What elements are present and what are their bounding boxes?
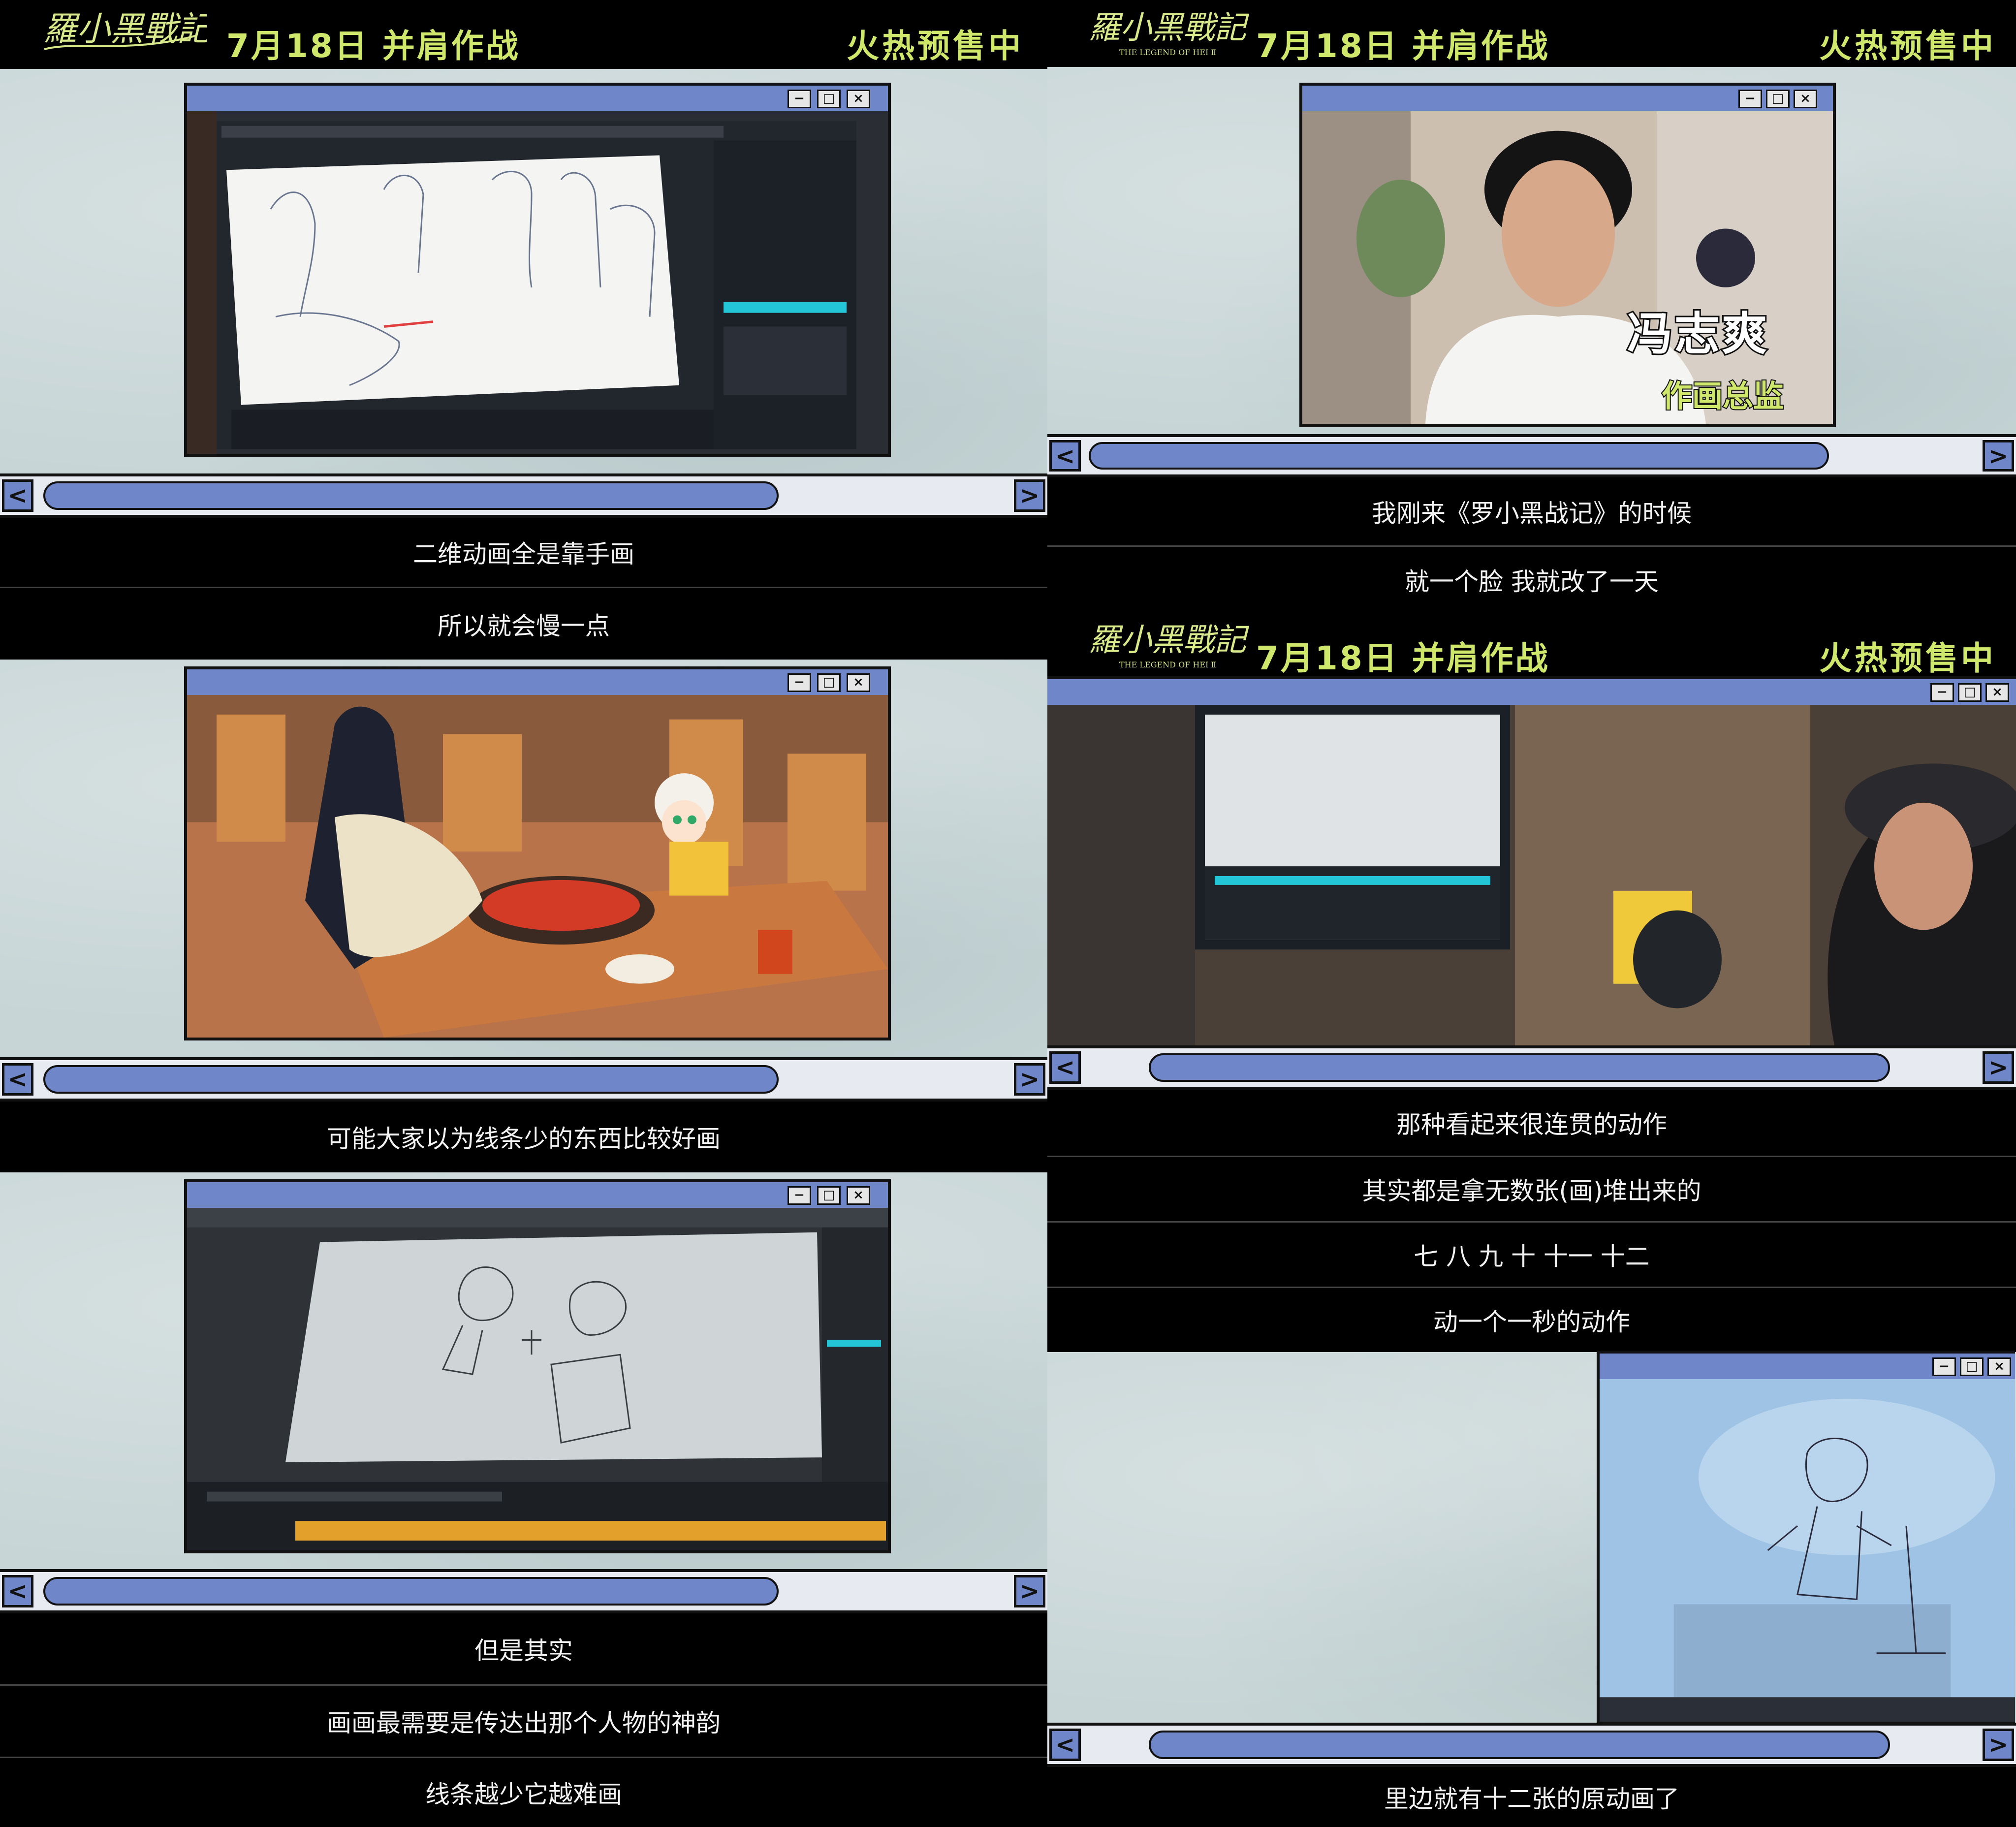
logo-subtitle: THE LEGEND OF HEI Ⅱ (1119, 660, 1216, 669)
close-button[interactable]: × (1987, 1357, 2011, 1376)
video-window: − □ × 冯志爽 作画总监 (1299, 83, 1836, 427)
scroll-left-button[interactable]: < (1049, 440, 1081, 472)
close-button[interactable]: × (847, 673, 870, 692)
video-frame-animation-software (187, 111, 888, 454)
horizontal-scrollbar[interactable]: < > (1047, 434, 2016, 477)
minimize-button[interactable]: − (788, 90, 811, 108)
video-window: − □ × (184, 1179, 891, 1553)
minimize-button[interactable]: − (788, 673, 811, 692)
subtitle-line: 画画最需要是传达出那个人物的神韵 (0, 1686, 1047, 1757)
minimize-button[interactable]: − (1932, 1357, 1956, 1376)
horizontal-scrollbar[interactable]: < > (1047, 1045, 2016, 1090)
subtitle-line: 里边就有十二张的原动画了 (1047, 1767, 2016, 1827)
presale-label: 火热预售中 (1819, 639, 1996, 677)
video-window: − □ × (184, 666, 891, 1040)
subtitle-line: 可能大家以为线条少的东西比较好画 (0, 1102, 1047, 1172)
release-date: 7月18日 并肩作战 (1256, 639, 1550, 677)
scroll-right-button[interactable]: > (1983, 440, 2014, 472)
close-button[interactable]: × (847, 90, 870, 108)
maximize-button[interactable]: □ (1960, 1357, 1984, 1376)
presale-label: 火热预售中 (1819, 27, 1996, 65)
subtitle-line: 二维动画全是靠手画 (0, 518, 1047, 587)
film-logo: 羅小黑戰記 (39, 6, 214, 60)
maximize-button[interactable]: □ (1766, 90, 1790, 108)
promo-header: 羅小黑戰記 7月18日 并肩作战 火热预售中 (0, 0, 1047, 69)
minimize-button[interactable]: − (1738, 90, 1762, 108)
video-frame-character-sketch (1600, 1379, 2015, 1722)
film-logo: 羅小黑戰記 THE LEGEND OF HEI Ⅱ (1085, 6, 1252, 60)
horizontal-scrollbar[interactable]: < > (0, 1057, 1047, 1102)
video-window: − □ × (184, 83, 891, 457)
scroll-thumb[interactable] (43, 481, 779, 510)
minimize-button[interactable]: − (788, 1186, 811, 1205)
logo-text: 羅小黑戰記 (43, 10, 207, 49)
maximize-button[interactable]: □ (817, 673, 841, 692)
scroll-thumb[interactable] (1089, 442, 1829, 470)
promo-header: 羅小黑戰記 THE LEGEND OF HEI Ⅱ 7月18日 并肩作战 火热预… (1047, 0, 2016, 67)
video-frame-hotpot-scene (187, 695, 888, 1038)
subtitle-line: 动一个一秒的动作 (1047, 1288, 2016, 1352)
scroll-left-button[interactable]: < (1049, 1051, 1081, 1084)
maximize-button[interactable]: □ (817, 1186, 841, 1205)
scroll-thumb[interactable] (43, 1065, 779, 1094)
maximize-button[interactable]: □ (1958, 683, 1982, 702)
presale-label: 火热预售中 (847, 27, 1024, 65)
video-window: − □ × (1047, 676, 2016, 1050)
subtitle-line: 那种看起来很连贯的动作 (1047, 1090, 2016, 1156)
film-logo: 羅小黑戰記 THE LEGEND OF HEI Ⅱ (1085, 618, 1252, 672)
horizontal-scrollbar[interactable]: < > (1047, 1723, 2016, 1767)
left-column: 羅小黑戰記 7月18日 并肩作战 火热预售中 − □ × < > 二维动画全是靠… (0, 0, 1047, 1827)
interviewee-name: 冯志爽 (1626, 306, 1769, 362)
interviewee-role: 作画总监 (1661, 377, 1785, 415)
scroll-thumb[interactable] (43, 1577, 779, 1606)
subtitle-line: 我刚来《罗小黑战记》的时候 (1047, 477, 2016, 545)
scroll-left-button[interactable]: < (2, 479, 33, 512)
scroll-left-button[interactable]: < (2, 1063, 33, 1096)
minimize-button[interactable]: − (1930, 683, 1954, 702)
scroll-right-button[interactable]: > (1983, 1729, 2014, 1761)
subtitle-line: 但是其实 (0, 1613, 1047, 1684)
subtitle-line: 线条越少它越难画 (0, 1758, 1047, 1827)
scroll-right-button[interactable]: > (1014, 1063, 1045, 1096)
subtitle-line: 就一个脸 我就改了一天 (1047, 547, 2016, 612)
video-window: − □ × (1597, 1351, 2015, 1725)
scroll-right-button[interactable]: > (1014, 479, 1045, 512)
release-date: 7月18日 并肩作战 (1256, 27, 1550, 65)
promo-header: 羅小黑戰記 THE LEGEND OF HEI Ⅱ 7月18日 并肩作战 火热预… (1047, 612, 2016, 677)
scroll-thumb[interactable] (1149, 1731, 1890, 1759)
scroll-right-button[interactable]: > (1983, 1051, 2014, 1084)
close-button[interactable]: × (1985, 683, 2009, 702)
scroll-thumb[interactable] (1149, 1053, 1890, 1082)
right-column: 羅小黑戰記 THE LEGEND OF HEI Ⅱ 7月18日 并肩作战 火热预… (1047, 0, 2016, 1827)
release-date: 7月18日 并肩作战 (226, 27, 520, 65)
subtitle-line: 所以就会慢一点 (0, 588, 1047, 660)
horizontal-scrollbar[interactable]: < > (0, 1569, 1047, 1613)
scroll-right-button[interactable]: > (1014, 1575, 1045, 1607)
horizontal-scrollbar[interactable]: < > (0, 473, 1047, 518)
video-frame-animator-at-desk (1047, 705, 2016, 1047)
maximize-button[interactable]: □ (817, 90, 841, 108)
close-button[interactable]: × (1794, 90, 1817, 108)
video-frame-sketch-canvas (187, 1208, 888, 1550)
scroll-left-button[interactable]: < (1049, 1729, 1081, 1761)
logo-text: 羅小黑戰記 (1089, 10, 1250, 46)
subtitle-line: 其实都是拿无数张(画)堆出来的 (1047, 1157, 2016, 1221)
logo-subtitle: THE LEGEND OF HEI Ⅱ (1119, 48, 1216, 57)
subtitle-line: 七 八 九 十 十一 十二 (1047, 1223, 2016, 1287)
logo-text: 羅小黑戰記 (1089, 622, 1250, 659)
scroll-left-button[interactable]: < (2, 1575, 33, 1607)
close-button[interactable]: × (847, 1186, 870, 1205)
